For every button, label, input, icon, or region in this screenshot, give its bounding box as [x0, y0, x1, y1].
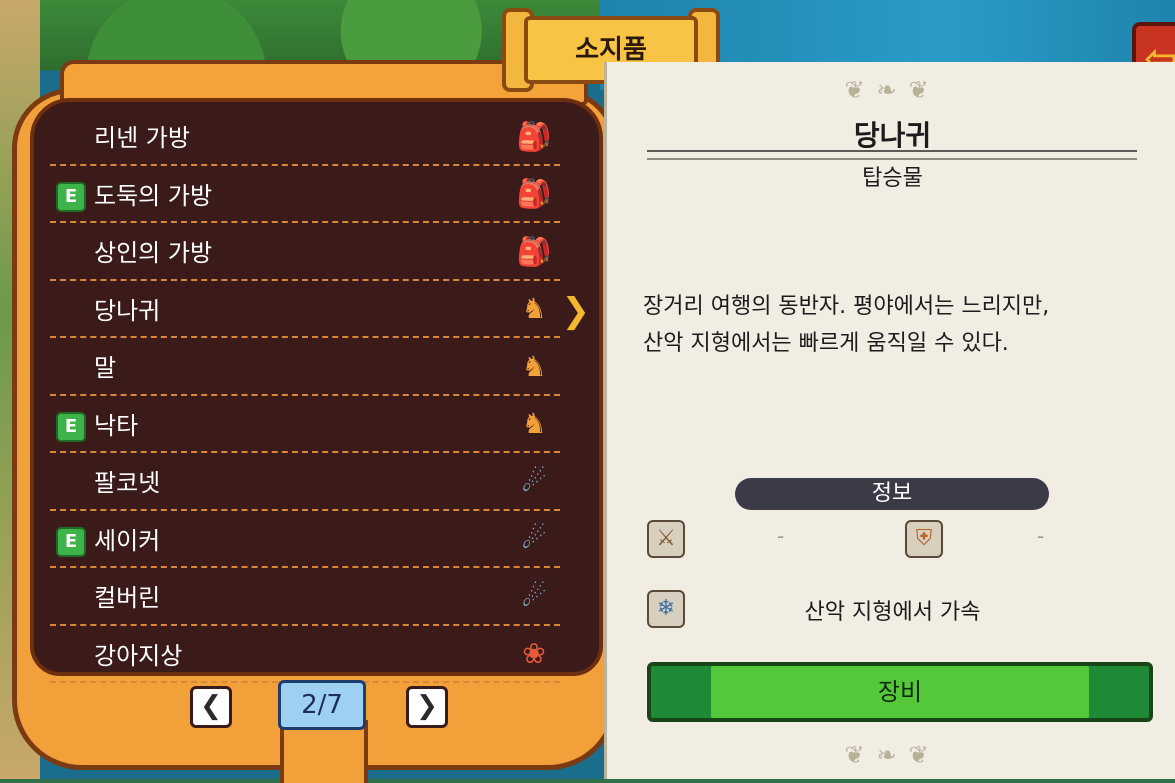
bag-icon: 🎒 — [516, 177, 552, 210]
page-indicator: 2/7 — [278, 680, 366, 730]
inventory-list: 리넨 가방 🎒 E 도둑의 가방 🎒 상인의 가방 🎒 당나귀 ♞ ❯ 말 ♞ … — [50, 108, 590, 683]
item-label: 리넨 가방 — [94, 124, 190, 153]
horse-icon: ♞ — [521, 407, 547, 440]
list-item-selected[interactable]: 당나귀 ♞ ❯ — [50, 281, 590, 338]
item-label: 컬버린 — [94, 584, 161, 613]
bag-icon: 🎒 — [516, 119, 552, 153]
list-item[interactable]: 리넨 가방 🎒 — [50, 108, 560, 166]
list-item[interactable]: E 낙타 ♞ — [50, 396, 560, 453]
previous-page-button[interactable]: ❮ — [190, 686, 232, 728]
item-label: 강아지상 — [94, 641, 183, 670]
sword-icon: ⚔ — [647, 520, 685, 558]
bag-icon: 🎒 — [516, 234, 552, 268]
list-item[interactable]: E 세이커 ☄ — [50, 511, 560, 568]
item-description: 장거리 여행의 동반자. 평야에서는 느리지만, 산악 지형에서는 빠르게 움직… — [643, 288, 1153, 362]
item-detail-panel: ❦❧❦ 당나귀 탑승물 장거리 여행의 동반자. 평야에서는 느리지만, 산악 … — [604, 62, 1175, 779]
description-line: 장거리 여행의 동반자. 평야에서는 느리지만, — [643, 294, 1050, 319]
item-label: 도둑의 가방 — [94, 181, 213, 210]
item-label: 말 — [94, 354, 117, 383]
list-item[interactable]: 팔코넷 ☄ — [50, 453, 560, 511]
equipped-badge: E — [56, 526, 86, 557]
description-line: 산악 지형에서는 빠르게 움직일 수 있다. — [643, 331, 1009, 356]
shield-icon: ⛨ — [905, 520, 943, 558]
item-label: 팔코넷 — [94, 469, 161, 498]
item-name: 당나귀 — [853, 119, 932, 152]
pagination: ❮ 2/7 ❯ — [190, 680, 450, 730]
item-label: 상인의 가방 — [94, 239, 213, 268]
item-category: 탑승물 — [862, 166, 923, 191]
horse-icon: ♞ — [521, 349, 547, 383]
list-item[interactable]: 말 ♞ — [50, 338, 560, 396]
horse-icon: ♞ — [521, 292, 547, 325]
equip-button[interactable]: 장비 — [647, 662, 1153, 722]
defense-value: - — [1037, 524, 1045, 548]
attack-value: - — [777, 524, 785, 548]
figurehead-icon: ❀ — [522, 637, 546, 670]
cannon-icon: ☄ — [521, 522, 547, 555]
item-label: 낙타 — [94, 411, 139, 440]
equipped-badge: E — [56, 411, 86, 442]
cannon-icon: ☄ — [521, 579, 547, 613]
equipped-badge: E — [56, 181, 86, 212]
ornament-bottom: ❦❧❦ — [844, 741, 941, 769]
cannon-icon: ☄ — [521, 464, 547, 498]
list-item[interactable]: E 도둑의 가방 🎒 — [50, 166, 560, 223]
ability-text: 산악 지형에서 가속 — [804, 600, 981, 625]
list-item[interactable]: 강아지상 ❀ — [50, 626, 560, 683]
list-item[interactable]: 상인의 가방 🎒 — [50, 223, 560, 281]
item-label: 세이커 — [94, 526, 161, 555]
info-header: 정보 — [735, 478, 1049, 510]
chevron-right-icon: ❯ — [561, 290, 591, 331]
ornament-top: ❦❧❦ — [844, 76, 941, 104]
list-item[interactable]: 컬버린 ☄ — [50, 568, 560, 626]
next-page-button[interactable]: ❯ — [406, 686, 448, 728]
item-label: 당나귀 — [94, 296, 161, 325]
title-divider — [647, 150, 1137, 160]
